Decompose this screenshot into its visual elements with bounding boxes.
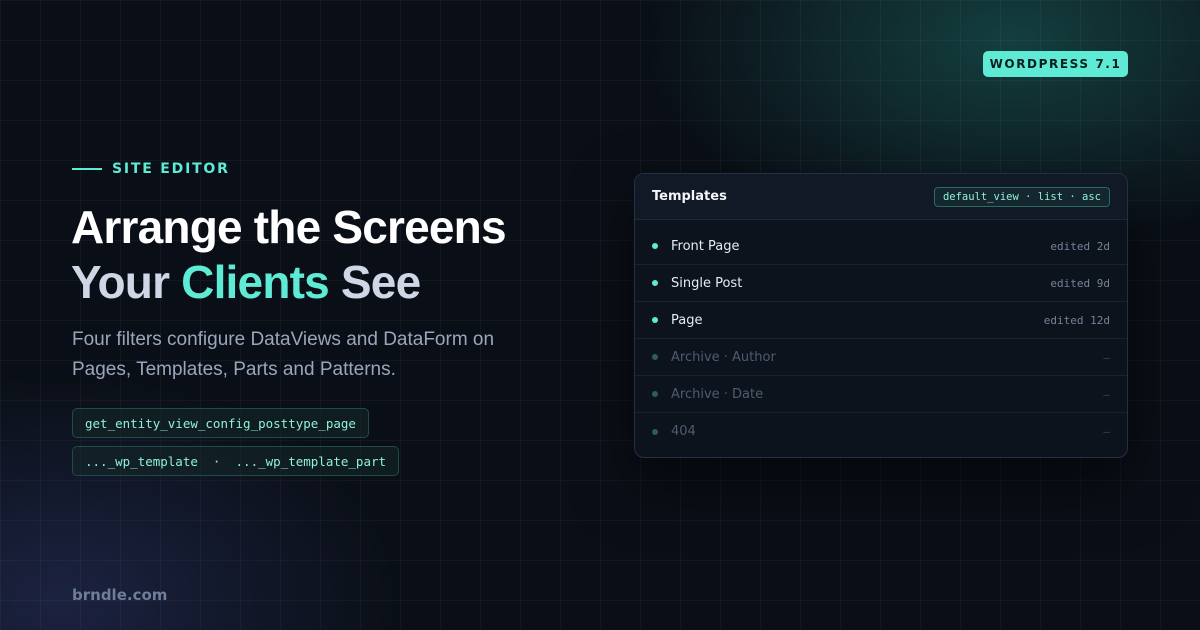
list-item[interactable]: 404 – [635,413,1127,450]
list-item[interactable]: Page edited 12d [635,302,1127,339]
list-item-name: Archive · Date [671,386,764,402]
list-item[interactable]: Front Page edited 2d [635,228,1127,265]
list-item-name: Single Post [671,275,743,291]
template-list: Front Page edited 2d Single Post edited … [635,220,1127,450]
eyebrow-label: SITE EDITOR [112,161,230,177]
list-item-meta: – [1103,387,1110,401]
eyebrow: SITE EDITOR [72,160,230,178]
headline-prefix: Your [71,256,182,308]
status-dot-icon [652,354,658,360]
eyebrow-line [72,168,102,170]
headline: Arrange the Screens Your Clients See [71,200,591,310]
panel-title: Templates [652,189,727,204]
status-dot-icon [652,428,658,435]
panel-header: Templates default_view · list · asc [635,174,1127,220]
list-item-name: Front Page [671,238,740,254]
list-item-meta: edited 12d [1043,313,1110,327]
list-item[interactable]: Archive · Author – [635,339,1127,376]
status-dot-icon [652,391,658,397]
list-item-name: Archive · Author [671,349,776,365]
code-chip-template-filters: ..._wp_template · ..._wp_template_part [72,446,400,476]
view-config-tag: default_view · list · asc [933,186,1110,207]
list-item-meta: – [1103,425,1110,438]
list-item-meta: edited 9d [1050,276,1110,290]
list-item-name: Page [671,312,703,328]
list-item-name: 404 [671,424,696,439]
headline-accent: Clients [181,256,330,308]
subtitle: Four filters configure DataViews and Dat… [72,329,495,380]
code-chip-page-filter: get_entity_view_config_posttype_page [72,408,369,438]
footer-domain: brndle.com [72,586,168,604]
list-item[interactable]: Single Post edited 9d [635,265,1127,302]
templates-panel: Templates default_view · list · asc Fron… [634,173,1128,458]
status-dot-icon [652,280,658,286]
version-badge: WORDPRESS 7.1 [983,51,1128,77]
status-dot-icon [652,317,658,323]
list-item-meta: edited 2d [1050,239,1110,253]
status-dot-icon [652,243,658,249]
headline-line-1: Arrange the Screens [71,201,507,253]
headline-suffix: See [328,256,421,308]
list-item-meta: – [1103,350,1110,364]
headline-line-2: Your Clients See [71,256,421,308]
list-item[interactable]: Archive · Date – [635,376,1127,413]
